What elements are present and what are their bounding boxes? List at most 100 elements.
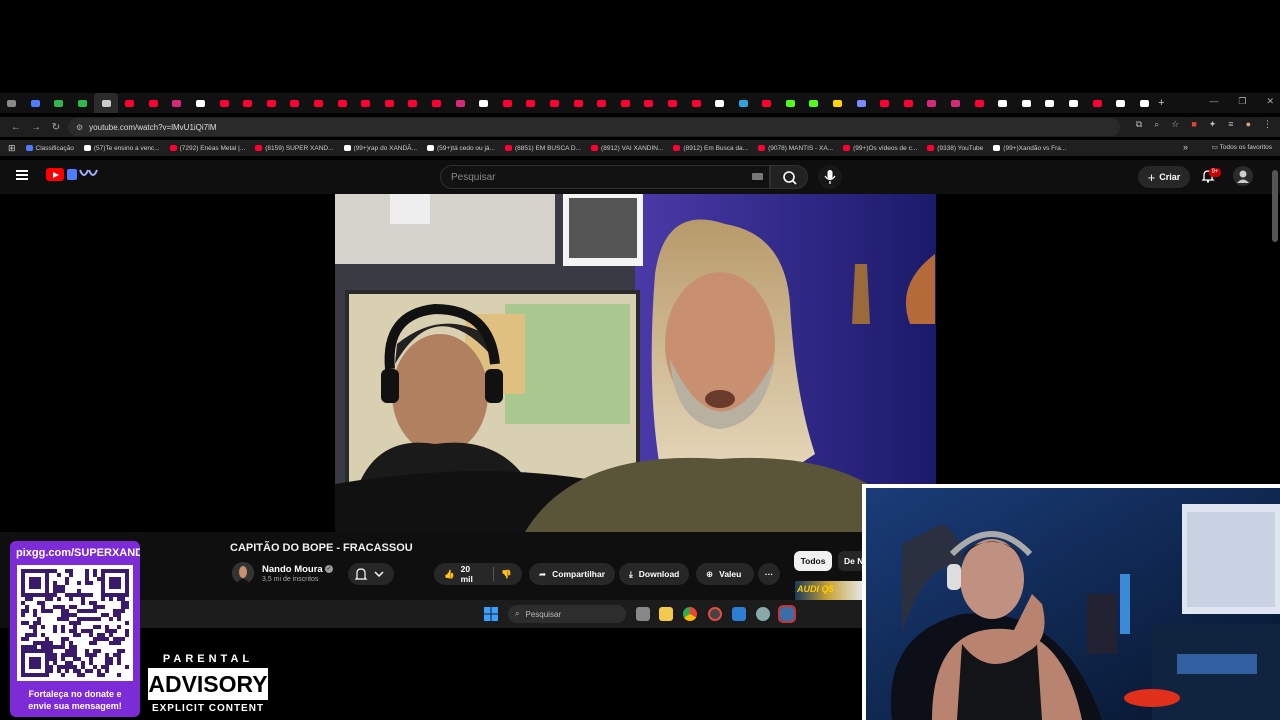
star-icon[interactable]: ☆ bbox=[1171, 119, 1179, 130]
taskbar-search[interactable]: ⌕ Pesquisar bbox=[508, 605, 626, 623]
bookmark-item[interactable]: (99+)Os vídeos de c... bbox=[843, 145, 917, 152]
settings-gear-icon[interactable] bbox=[756, 607, 770, 621]
browser-tab[interactable] bbox=[826, 93, 850, 113]
back-icon[interactable]: ← bbox=[6, 122, 26, 133]
chrome-icon[interactable] bbox=[683, 607, 697, 621]
bookmark-item[interactable]: (8159) SUPER XAND... bbox=[255, 145, 334, 152]
bookmarks-overflow-icon[interactable]: » bbox=[1183, 142, 1188, 152]
bookmark-item[interactable]: (59+)tá cedo ou já... bbox=[426, 145, 495, 152]
browser-tab[interactable] bbox=[189, 93, 213, 113]
browser-tab[interactable] bbox=[1015, 93, 1039, 113]
task-view-icon[interactable] bbox=[636, 607, 650, 621]
zoom-icon[interactable]: ⌕ bbox=[1154, 119, 1159, 130]
bookmark-item[interactable]: Classificação bbox=[25, 145, 74, 152]
browser-tab[interactable] bbox=[944, 93, 968, 113]
bookmark-item[interactable]: (57)Te ensino a venc... bbox=[83, 145, 160, 152]
reload-icon[interactable]: ↻ bbox=[46, 122, 66, 133]
bookmark-item[interactable]: (99+)rap do XANDÃ... bbox=[343, 145, 417, 152]
browser-tab[interactable] bbox=[425, 93, 449, 113]
browser-tab[interactable] bbox=[802, 93, 826, 113]
browser-tab[interactable] bbox=[330, 93, 354, 113]
browser-tab[interactable] bbox=[47, 93, 71, 113]
forward-icon[interactable]: → bbox=[26, 122, 46, 133]
url-field[interactable]: ⚙ youtube.com/watch?v=lMvU1iQi7lM bbox=[68, 118, 1120, 136]
browser-tab[interactable] bbox=[165, 93, 189, 113]
browser-tab[interactable] bbox=[590, 93, 614, 113]
bookmark-item[interactable]: (8851) EM BUSCA D... bbox=[504, 145, 581, 152]
browser-tab[interactable] bbox=[613, 93, 637, 113]
browser-tab[interactable] bbox=[779, 93, 803, 113]
thumbs-down-icon[interactable]: 👎 bbox=[501, 569, 512, 580]
recommended-video-thumbnail[interactable]: AUDI Q5 bbox=[795, 581, 862, 601]
maximize-icon[interactable]: ❐ bbox=[1238, 96, 1246, 107]
browser-tab[interactable] bbox=[1085, 93, 1109, 113]
like-button[interactable]: 👍 20 mil 👎 bbox=[434, 563, 522, 585]
browser-tab[interactable] bbox=[283, 93, 307, 113]
browser-tab[interactable] bbox=[543, 93, 567, 113]
browser-tab[interactable] bbox=[142, 93, 166, 113]
browser-tab[interactable] bbox=[661, 93, 685, 113]
browser-tab[interactable] bbox=[1133, 93, 1157, 113]
browser-tab[interactable] bbox=[1062, 93, 1086, 113]
share-button[interactable]: ➦ Compartilhar bbox=[529, 563, 615, 585]
bookmark-item[interactable]: (8912) VAI XANDIN... bbox=[591, 145, 663, 152]
browser-tab[interactable] bbox=[991, 93, 1015, 113]
browser-tab[interactable] bbox=[0, 93, 24, 113]
browser-menu-icon[interactable]: ⋮ bbox=[1263, 119, 1272, 130]
browser-tab[interactable] bbox=[472, 93, 496, 113]
extension-red-icon[interactable]: ■ bbox=[1191, 119, 1196, 130]
browser-tab[interactable] bbox=[24, 93, 48, 113]
channel-name[interactable]: Nando Moura bbox=[262, 564, 323, 575]
browser-tab[interactable] bbox=[71, 93, 95, 113]
browser-tab[interactable] bbox=[118, 93, 142, 113]
browser-tab[interactable] bbox=[920, 93, 944, 113]
recording-app-icon[interactable] bbox=[708, 607, 722, 621]
thanks-button[interactable]: ⊕ Valeu bbox=[696, 563, 754, 585]
more-actions-button[interactable]: ··· bbox=[758, 563, 780, 585]
browser-tab[interactable] bbox=[236, 93, 260, 113]
search-button[interactable] bbox=[770, 165, 808, 189]
browser-tab[interactable] bbox=[684, 93, 708, 113]
hamburger-menu-icon[interactable] bbox=[16, 170, 28, 180]
subscription-bell-button[interactable] bbox=[348, 563, 394, 585]
youtube-logo-icon[interactable] bbox=[46, 168, 64, 181]
site-info-icon[interactable]: ⚙ bbox=[76, 123, 83, 132]
bookmark-item[interactable]: (9338) YouTube bbox=[927, 145, 983, 152]
chip-all[interactable]: Todos bbox=[794, 551, 832, 571]
browser-tab[interactable] bbox=[1109, 93, 1133, 113]
browser-tab[interactable] bbox=[448, 93, 472, 113]
new-tab-icon[interactable]: + bbox=[1158, 97, 1164, 109]
bookmark-item[interactable]: (7292) Enéas Metal |... bbox=[169, 145, 245, 152]
install-icon[interactable]: ⧉ bbox=[1136, 119, 1142, 130]
extensions-icon[interactable]: ✦ bbox=[1209, 119, 1217, 130]
browser-tab[interactable] bbox=[731, 93, 755, 113]
browser-tab[interactable] bbox=[849, 93, 873, 113]
browser-tab[interactable] bbox=[401, 93, 425, 113]
account-avatar[interactable] bbox=[1233, 166, 1253, 186]
all-favorites-link[interactable]: ▭ Todos os favoritos bbox=[1212, 143, 1272, 151]
create-button[interactable]: + Criar bbox=[1138, 166, 1190, 188]
bookmark-item[interactable]: (99+)Xandão vs Fra... bbox=[993, 145, 1066, 152]
voice-search-button[interactable] bbox=[818, 165, 842, 189]
browser-tab[interactable] bbox=[637, 93, 661, 113]
browser-tab[interactable] bbox=[354, 93, 378, 113]
browser-tab[interactable] bbox=[1038, 93, 1062, 113]
keyboard-icon[interactable] bbox=[752, 173, 763, 180]
browser-tab[interactable] bbox=[519, 93, 543, 113]
windows-start-icon[interactable] bbox=[484, 607, 498, 621]
minimize-icon[interactable]: — bbox=[1209, 96, 1218, 107]
steam-icon[interactable] bbox=[778, 605, 796, 623]
store-app-icon[interactable] bbox=[732, 607, 746, 621]
browser-tab[interactable] bbox=[967, 93, 991, 113]
browser-tab[interactable] bbox=[708, 93, 732, 113]
browser-tab[interactable] bbox=[94, 93, 118, 113]
apps-icon[interactable]: ⊞ bbox=[8, 143, 16, 154]
browser-tab[interactable] bbox=[873, 93, 897, 113]
video-player[interactable] bbox=[335, 194, 936, 532]
media-icon[interactable]: ≡ bbox=[1228, 119, 1233, 130]
browser-tab[interactable] bbox=[260, 93, 284, 113]
browser-tab[interactable] bbox=[212, 93, 236, 113]
close-window-icon[interactable]: ✕ bbox=[1266, 96, 1274, 107]
profile-icon[interactable]: ● bbox=[1246, 119, 1251, 130]
browser-tab[interactable] bbox=[307, 93, 331, 113]
